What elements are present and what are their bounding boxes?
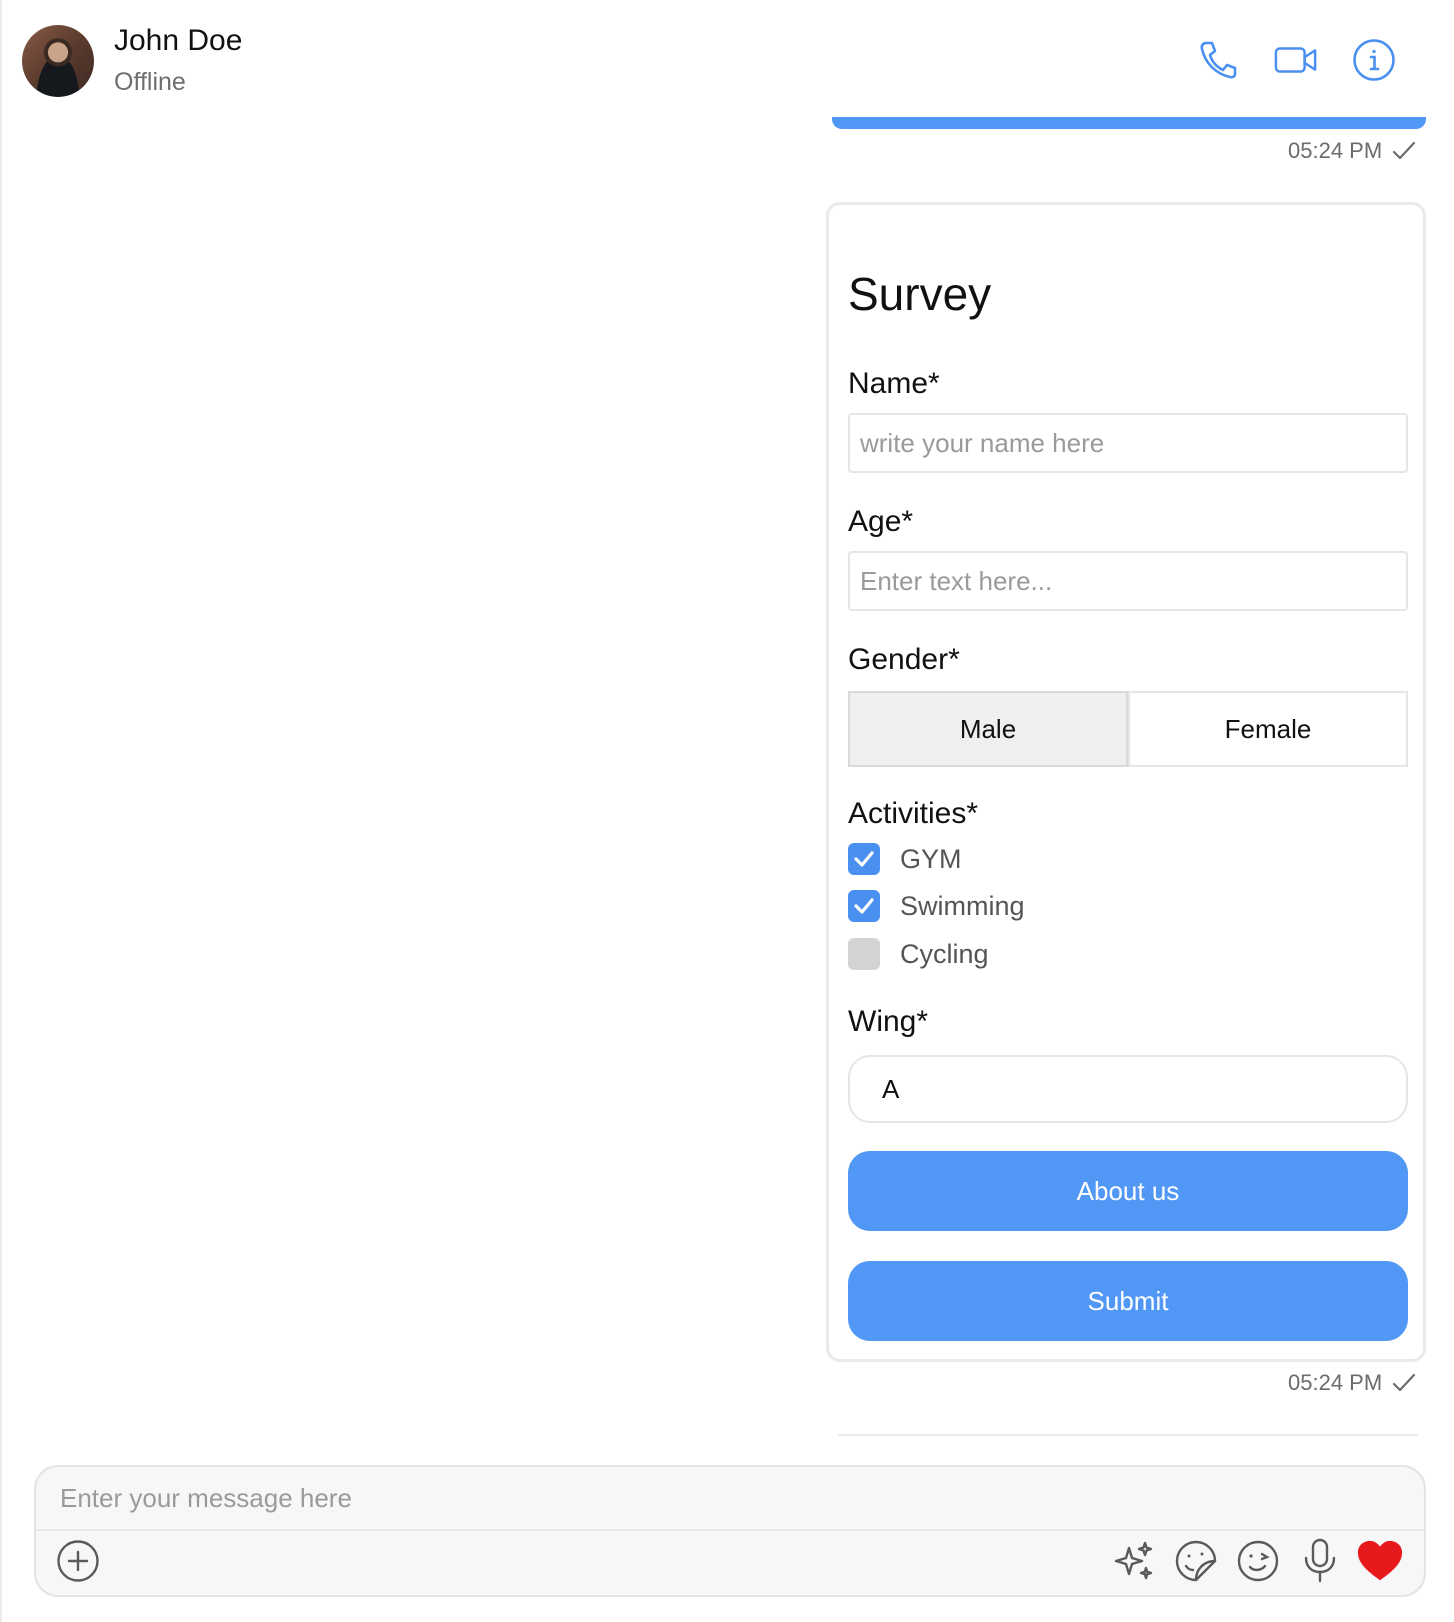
chat-header: John Doe Offline bbox=[0, 0, 1454, 110]
avatar[interactable] bbox=[22, 25, 94, 97]
checkbox-checked[interactable] bbox=[848, 843, 880, 875]
sent-check-icon bbox=[1393, 1373, 1416, 1392]
timestamp-text: 05:24 PM bbox=[1288, 138, 1383, 163]
heart-icon[interactable] bbox=[1356, 1537, 1404, 1585]
gender-toggle: Male Female bbox=[848, 691, 1408, 767]
add-icon[interactable] bbox=[54, 1537, 102, 1585]
name-input[interactable] bbox=[848, 413, 1408, 473]
check-icon bbox=[854, 851, 874, 867]
activity-cycling[interactable]: Cycling bbox=[848, 938, 989, 970]
activity-gym[interactable]: GYM bbox=[848, 843, 962, 875]
sparkle-icon[interactable] bbox=[1110, 1537, 1158, 1585]
survey-card: Survey Name* Age* Gender* Male Female Ac… bbox=[826, 202, 1426, 1362]
age-input[interactable] bbox=[848, 551, 1408, 611]
submit-button[interactable]: Submit bbox=[848, 1261, 1408, 1341]
microphone-icon[interactable] bbox=[1296, 1537, 1344, 1585]
left-border bbox=[0, 0, 2, 1622]
activities-label: Activities* bbox=[848, 797, 979, 830]
wing-select[interactable]: A bbox=[848, 1055, 1408, 1123]
wing-selected-value: A bbox=[882, 1073, 900, 1104]
activity-swimming[interactable]: Swimming bbox=[848, 890, 1025, 922]
name-label: Name* bbox=[848, 367, 940, 400]
gender-label: Gender* bbox=[848, 643, 960, 676]
activity-label: Cycling bbox=[900, 938, 989, 969]
message-timestamp: 05:24 PM bbox=[1288, 138, 1416, 164]
checkbox-unchecked[interactable] bbox=[848, 938, 880, 970]
phone-icon[interactable] bbox=[1196, 38, 1240, 82]
about-us-button[interactable]: About us bbox=[848, 1151, 1408, 1231]
age-label: Age* bbox=[848, 505, 914, 538]
check-icon bbox=[854, 898, 874, 914]
wing-label: Wing* bbox=[848, 1005, 929, 1038]
message-composer bbox=[34, 1465, 1426, 1597]
activity-label: Swimming bbox=[900, 890, 1025, 921]
message-input[interactable] bbox=[36, 1467, 1424, 1531]
gender-male-button[interactable]: Male bbox=[848, 691, 1128, 767]
sticker-icon[interactable] bbox=[1172, 1537, 1220, 1585]
contact-name: John Doe bbox=[114, 24, 243, 57]
checkbox-checked[interactable] bbox=[848, 890, 880, 922]
divider bbox=[838, 1434, 1418, 1436]
message-timestamp: 05:24 PM bbox=[1288, 1370, 1416, 1396]
emoji-icon[interactable] bbox=[1234, 1537, 1282, 1585]
previous-message-bubble bbox=[832, 117, 1426, 129]
activity-label: GYM bbox=[900, 843, 962, 874]
video-icon[interactable] bbox=[1274, 38, 1318, 82]
timestamp-text: 05:24 PM bbox=[1288, 1370, 1383, 1395]
info-icon[interactable] bbox=[1352, 38, 1396, 82]
contact-status: Offline bbox=[114, 68, 186, 96]
survey-title: Survey bbox=[848, 268, 992, 320]
gender-female-button[interactable]: Female bbox=[1128, 691, 1408, 767]
sent-check-icon bbox=[1393, 141, 1416, 160]
